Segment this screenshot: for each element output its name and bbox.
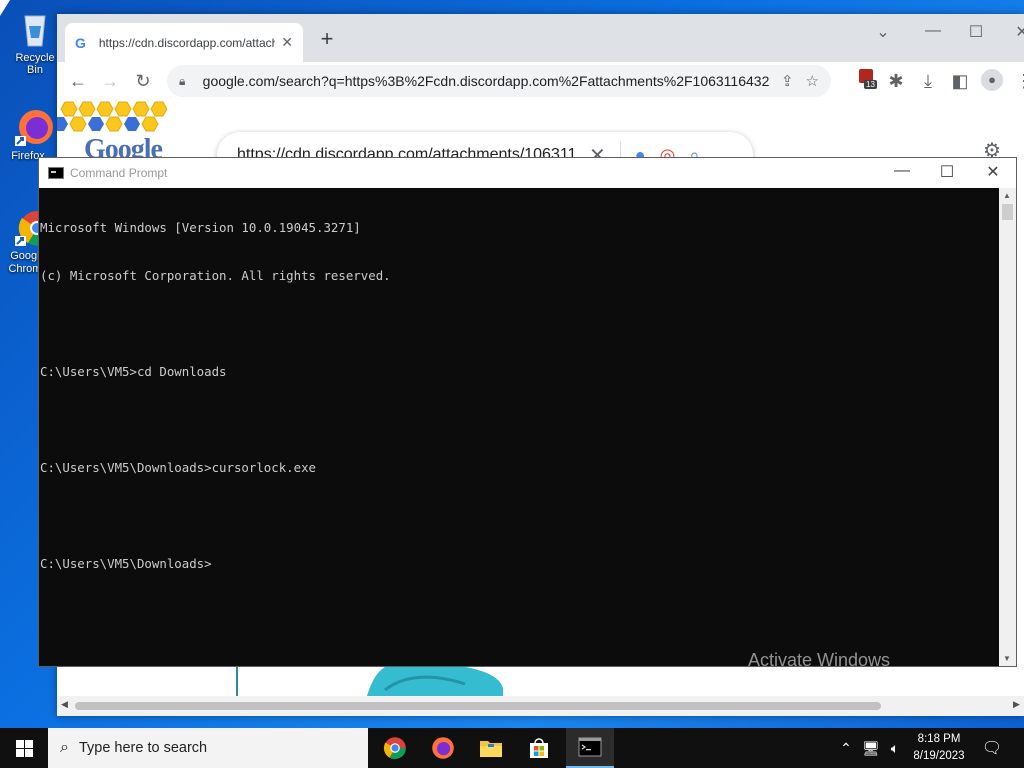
scroll-left-icon[interactable]: ◀: [61, 699, 68, 710]
clock-time: 8:18 PM: [917, 733, 961, 745]
taskbar-command-prompt[interactable]: [566, 728, 614, 768]
desktop-icon-label: Recycle Bin: [15, 52, 55, 76]
cmd-maximize-button[interactable]: ☐: [924, 162, 970, 182]
activate-subtext: Go to Settings to activate Windows.: [748, 673, 969, 689]
console-line: (c) Microsoft Corporation. All rights re…: [40, 268, 391, 283]
download-icon[interactable]: ⤓: [915, 68, 941, 94]
taskbar-store[interactable]: [515, 728, 563, 768]
console-prompt-line[interactable]: C:\Users\VM5\Downloads>: [40, 556, 1000, 572]
windows-logo-icon: [15, 739, 33, 757]
extensions-puzzle-icon[interactable]: ✱: [883, 68, 909, 94]
forward-arrow-icon[interactable]: →: [97, 68, 123, 94]
start-button[interactable]: [0, 728, 48, 768]
command-prompt-window: Command Prompt — ☐ ✕ Microsoft Windows […: [38, 157, 1017, 667]
taskbar-search-box[interactable]: ⌕ Type here to search: [48, 728, 368, 768]
close-window-button[interactable]: ✕: [1007, 22, 1024, 42]
cmd-scrollbar-thumb[interactable]: [1002, 204, 1013, 220]
minimize-button[interactable]: —: [918, 22, 948, 40]
desktop-icon-firefox[interactable]: Firefox: [6, 106, 64, 162]
extension-badge-icon[interactable]: 13: [859, 69, 879, 91]
console-output[interactable]: Microsoft Windows [Version 10.0.19045.32…: [39, 188, 1000, 666]
folder-icon: [480, 741, 502, 757]
recycle-bin-icon: [15, 8, 55, 48]
back-arrow-icon[interactable]: ←: [65, 68, 91, 94]
more-menu-icon[interactable]: ⋮: [1011, 68, 1024, 94]
console-line: C:\Users\VM5\Downloads>cursorlock.exe: [40, 460, 317, 475]
tab-search-icon[interactable]: ⌄: [868, 22, 898, 42]
console-line: Microsoft Windows [Version 10.0.19045.32…: [40, 220, 361, 235]
taskbar-search-placeholder: Type here to search: [78, 740, 208, 756]
extension-badge-count: 13: [864, 80, 877, 89]
console-line: C:\Users\VM5>cd Downloads: [40, 364, 227, 379]
taskbar-chrome[interactable]: [371, 728, 419, 768]
scroll-down-icon[interactable]: ▼: [1003, 654, 1011, 663]
cmd-app-icon: [48, 167, 64, 179]
taskbar-firefox[interactable]: [419, 728, 467, 768]
cmd-close-button[interactable]: ✕: [970, 162, 1016, 182]
lock-icon[interactable]: 🔒︎: [179, 74, 193, 89]
store-icon: [530, 738, 548, 758]
reload-icon[interactable]: ↻: [130, 68, 156, 94]
firefox-icon: [432, 737, 454, 759]
clock-date: 8/19/2023: [913, 750, 965, 762]
google-doodle[interactable]: Google: [57, 100, 168, 165]
side-panel-icon[interactable]: ◧: [947, 68, 973, 94]
cmd-icon: [578, 737, 602, 757]
scrollbar-thumb[interactable]: [75, 702, 881, 710]
browser-toolbar: ← → ↻ 🔒︎ google.com/search?q=https%3B%2F…: [57, 62, 1024, 100]
search-icon: ⌕: [60, 739, 69, 756]
horizontal-scrollbar[interactable]: ◀ ▶: [57, 696, 1024, 716]
activate-heading: Activate Windows: [748, 650, 891, 670]
tab-title: https://cdn.discordapp.com/attachments/1…: [98, 35, 276, 50]
maximize-button[interactable]: ☐: [961, 22, 991, 42]
bookmark-star-icon[interactable]: ☆: [806, 72, 819, 90]
close-tab-icon[interactable]: ✕: [281, 34, 293, 51]
address-url[interactable]: google.com/search?q=https%3B%2Fcdn.disco…: [203, 73, 769, 89]
cmd-title-bar[interactable]: Command Prompt — ☐ ✕: [39, 158, 1016, 188]
browser-tab[interactable]: G https://cdn.discordapp.com/attachments…: [65, 23, 303, 62]
cmd-minimize-button[interactable]: —: [879, 162, 925, 180]
google-favicon-icon: G: [75, 34, 86, 51]
tab-strip: G https://cdn.discordapp.com/attachments…: [57, 14, 1024, 62]
taskbar: ⌕ Type here to search ⌃ 🖥︎ 🔈︎ 8:18 PM 8/…: [0, 728, 1024, 768]
system-clock[interactable]: 8:18 PM 8/19/2023: [908, 731, 970, 765]
new-tab-button[interactable]: +: [315, 27, 339, 51]
volume-icon[interactable]: 🔈︎: [884, 728, 906, 768]
share-icon[interactable]: ⇪: [781, 72, 794, 90]
chrome-icon: [383, 737, 406, 760]
firefox-icon: [15, 106, 55, 146]
scroll-up-icon[interactable]: ▲: [1003, 191, 1011, 200]
desktop-icon-recycle-bin[interactable]: Recycle Bin: [6, 8, 64, 76]
taskbar-file-explorer[interactable]: [467, 728, 515, 768]
activate-windows-watermark: Activate Windows Go to Settings to activ…: [748, 650, 969, 689]
show-hidden-icons-chevron-icon[interactable]: ⌃: [836, 728, 856, 768]
address-bar[interactable]: 🔒︎ google.com/search?q=https%3B%2Fcdn.di…: [167, 65, 831, 97]
notification-center-icon[interactable]: 🗨︎: [978, 728, 1006, 768]
profile-avatar-icon[interactable]: ●: [981, 69, 1003, 91]
cmd-window-title: Command Prompt: [70, 166, 168, 180]
scroll-right-icon[interactable]: ▶: [1013, 699, 1020, 710]
cmd-vertical-scrollbar[interactable]: ▲ ▼: [999, 188, 1016, 666]
network-icon[interactable]: 🖥︎: [860, 728, 882, 768]
